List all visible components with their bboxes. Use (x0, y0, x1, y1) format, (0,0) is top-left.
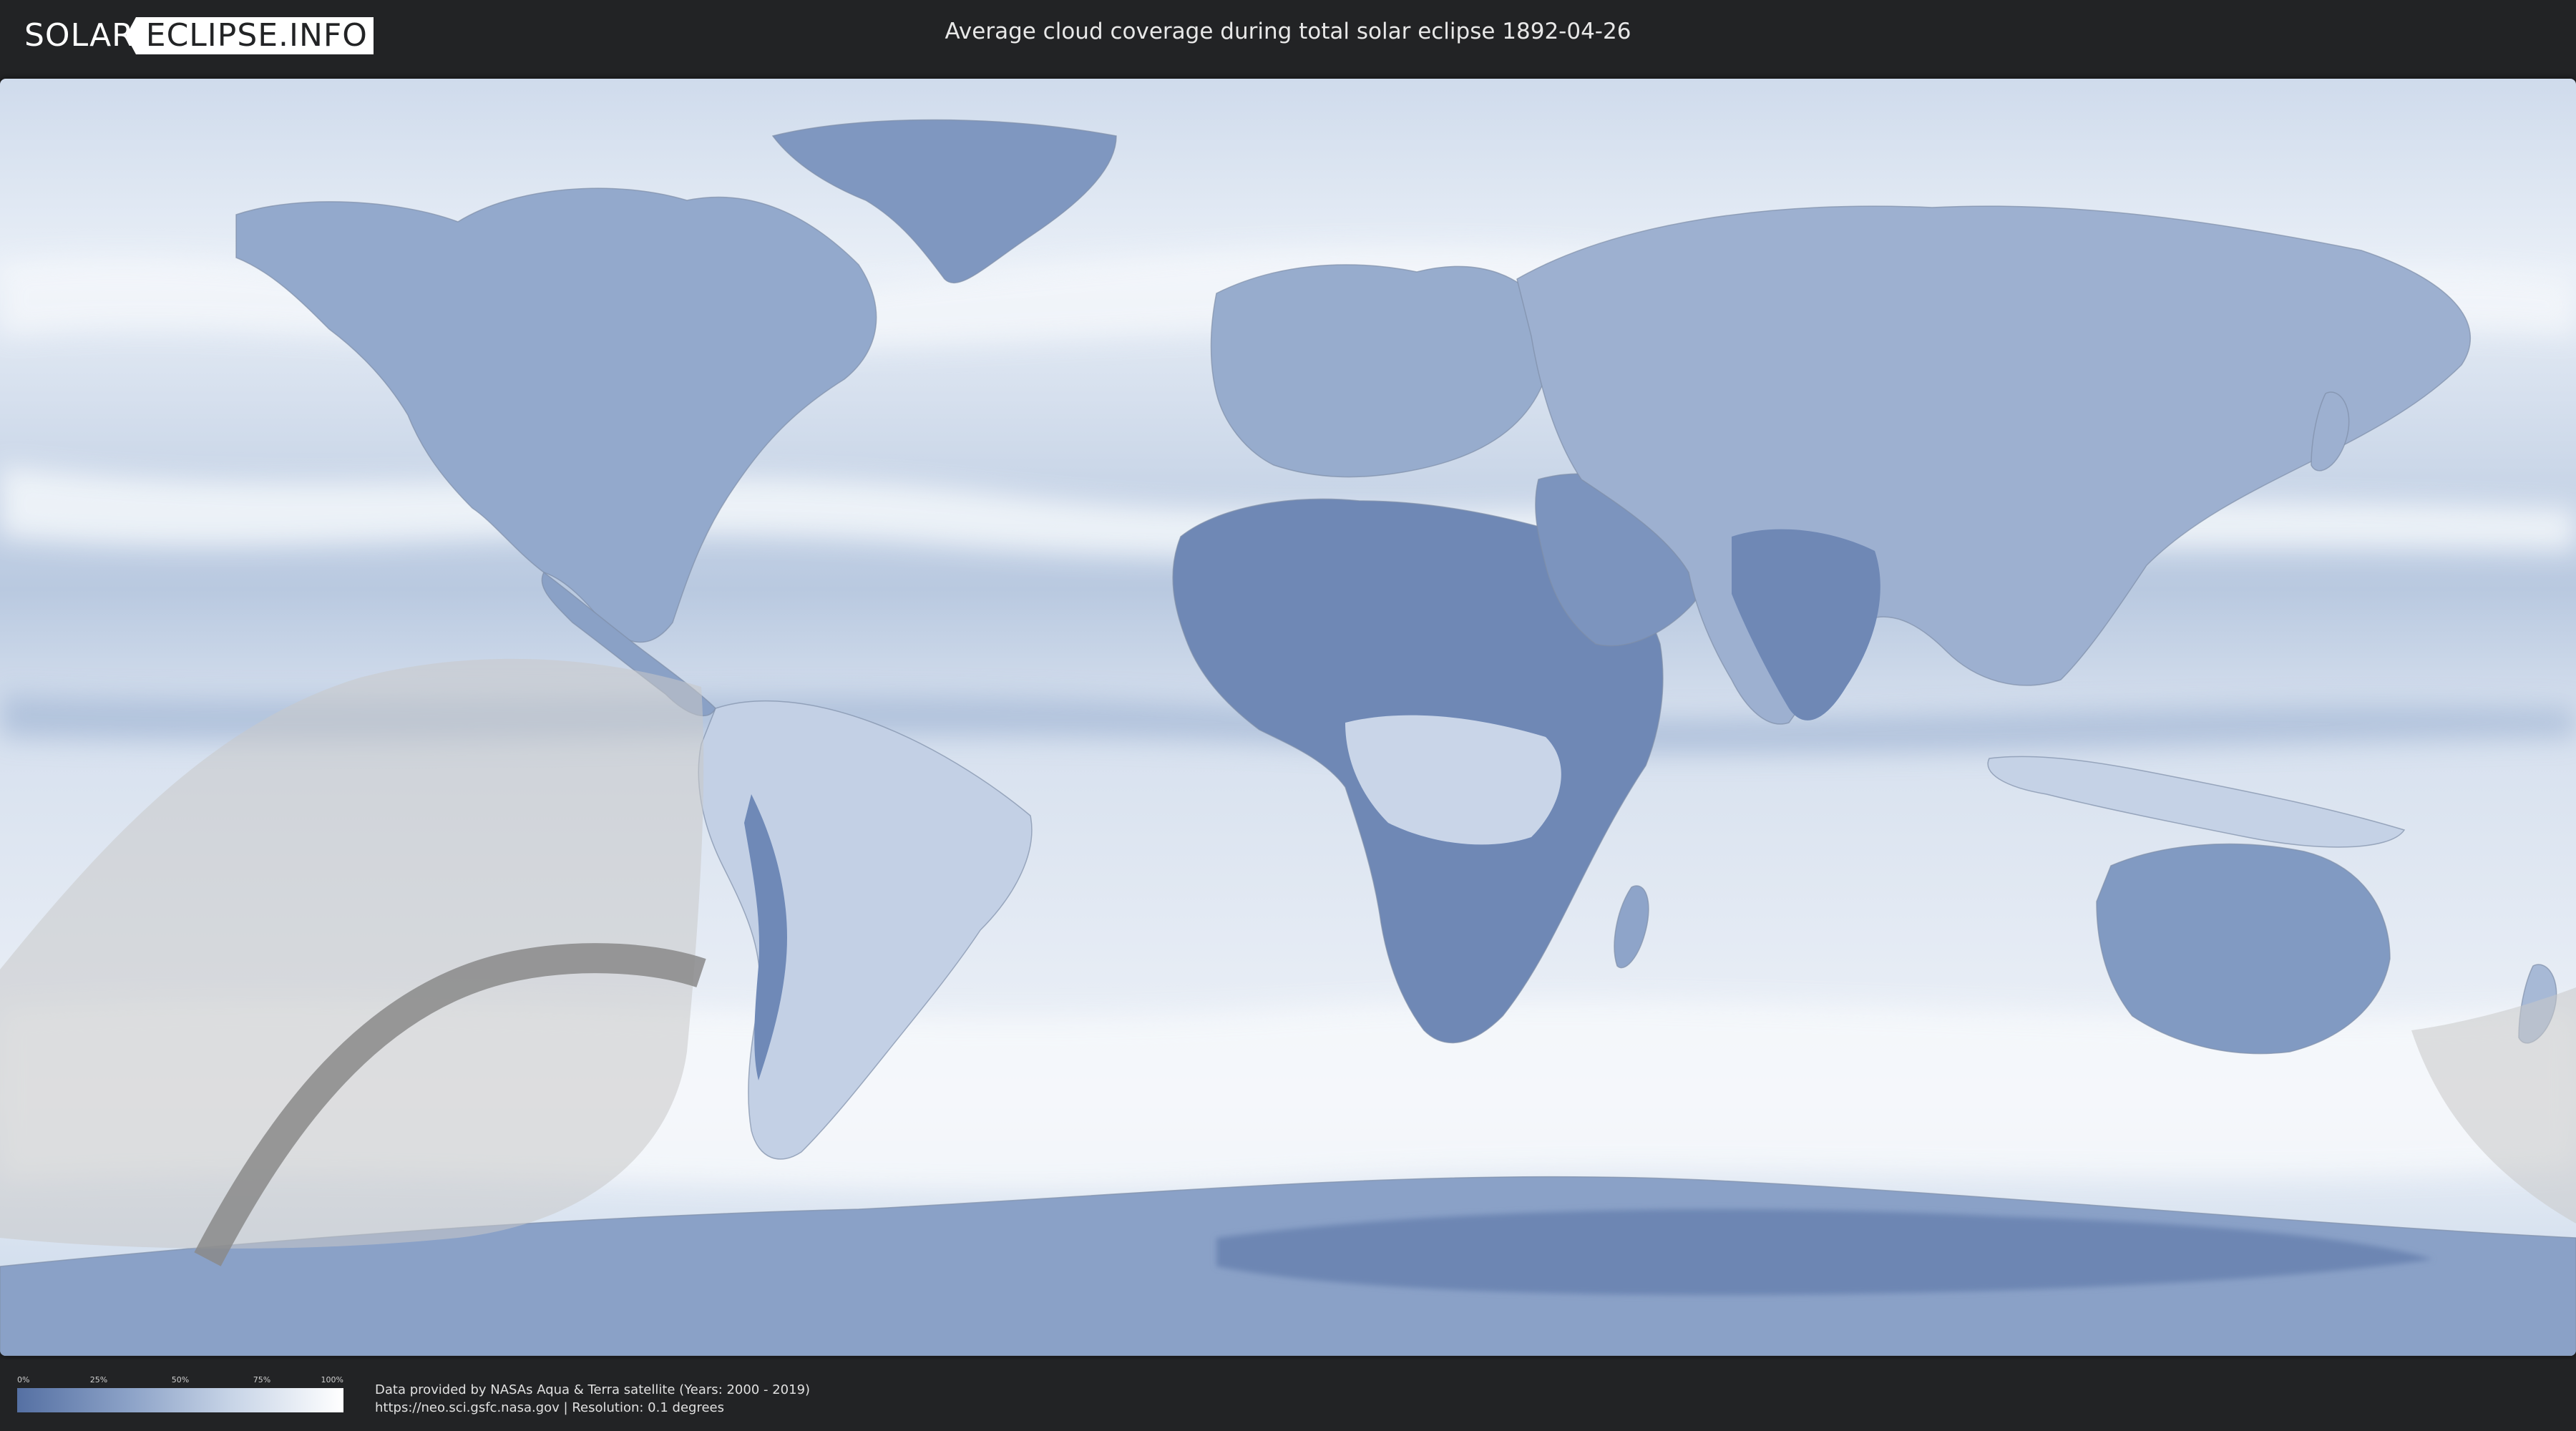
scale-ticks: 0% 25% 50% 75% 100% (17, 1375, 343, 1388)
scale-tick: 25% (89, 1375, 108, 1384)
world-map-svg (0, 79, 2576, 1356)
credits-source: Data provided by NASAs Aqua & Terra sate… (375, 1382, 811, 1397)
page-title: Average cloud coverage during total sola… (945, 19, 1631, 44)
scale-gradient-bar (17, 1388, 343, 1412)
header-bar: SOLAR ECLIPSE.INFO Average cloud coverag… (0, 0, 2576, 70)
credits-url[interactable]: https://neo.sci.gsfc.nasa.gov | Resoluti… (375, 1399, 810, 1417)
data-credits: Data provided by NASAs Aqua & Terra sate… (375, 1381, 810, 1417)
cloud-coverage-map[interactable] (0, 79, 2576, 1356)
scale-tick: 75% (253, 1375, 271, 1384)
scale-tick: 100% (321, 1375, 343, 1384)
scale-tick: 50% (171, 1375, 190, 1384)
color-scale-legend: 0% 25% 50% 75% 100% (17, 1375, 343, 1412)
footer-bar: 0% 25% 50% 75% 100% Data provided by NAS… (0, 1359, 2576, 1431)
scale-tick: 0% (17, 1375, 30, 1384)
